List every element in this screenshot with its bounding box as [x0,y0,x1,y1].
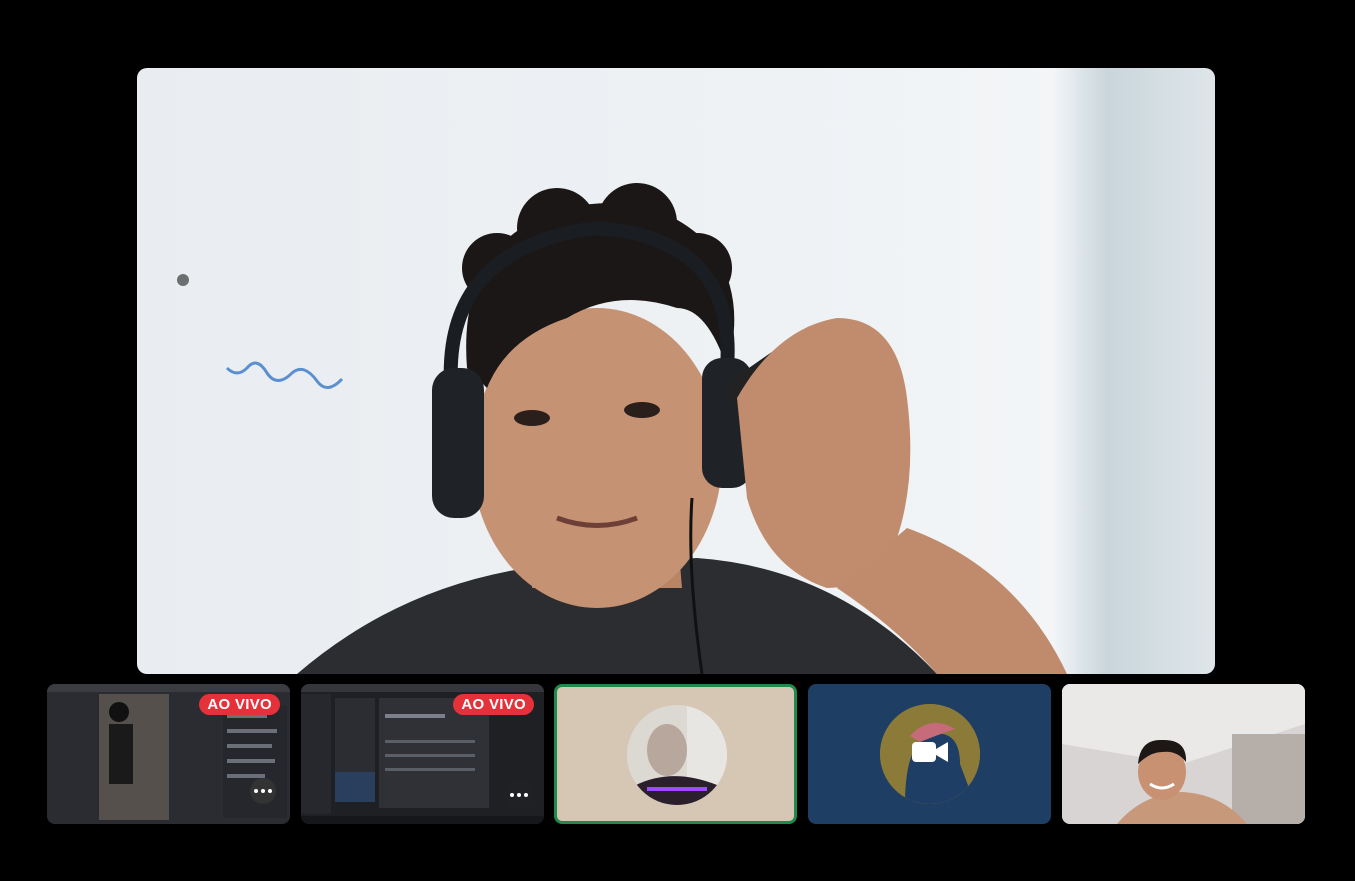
participant-tile-video[interactable] [1062,684,1305,824]
more-options-icon[interactable] [504,780,534,810]
live-badge: AO VIVO [453,694,534,715]
main-video[interactable] [137,68,1215,674]
participant-tile-screen-share[interactable]: AO VIVO [47,684,290,824]
live-badge: AO VIVO [199,694,280,715]
more-options-icon[interactable] [250,778,276,804]
participant-tile-camera-off[interactable] [808,684,1051,824]
camera-icon [912,740,948,764]
participant-tile-screen-share[interactable]: AO VIVO [301,684,544,824]
speaker-video-frame [177,183,1067,674]
avatar [627,705,727,805]
participant-tile-avatar[interactable] [554,684,797,824]
participant-video-frame [1062,684,1305,824]
